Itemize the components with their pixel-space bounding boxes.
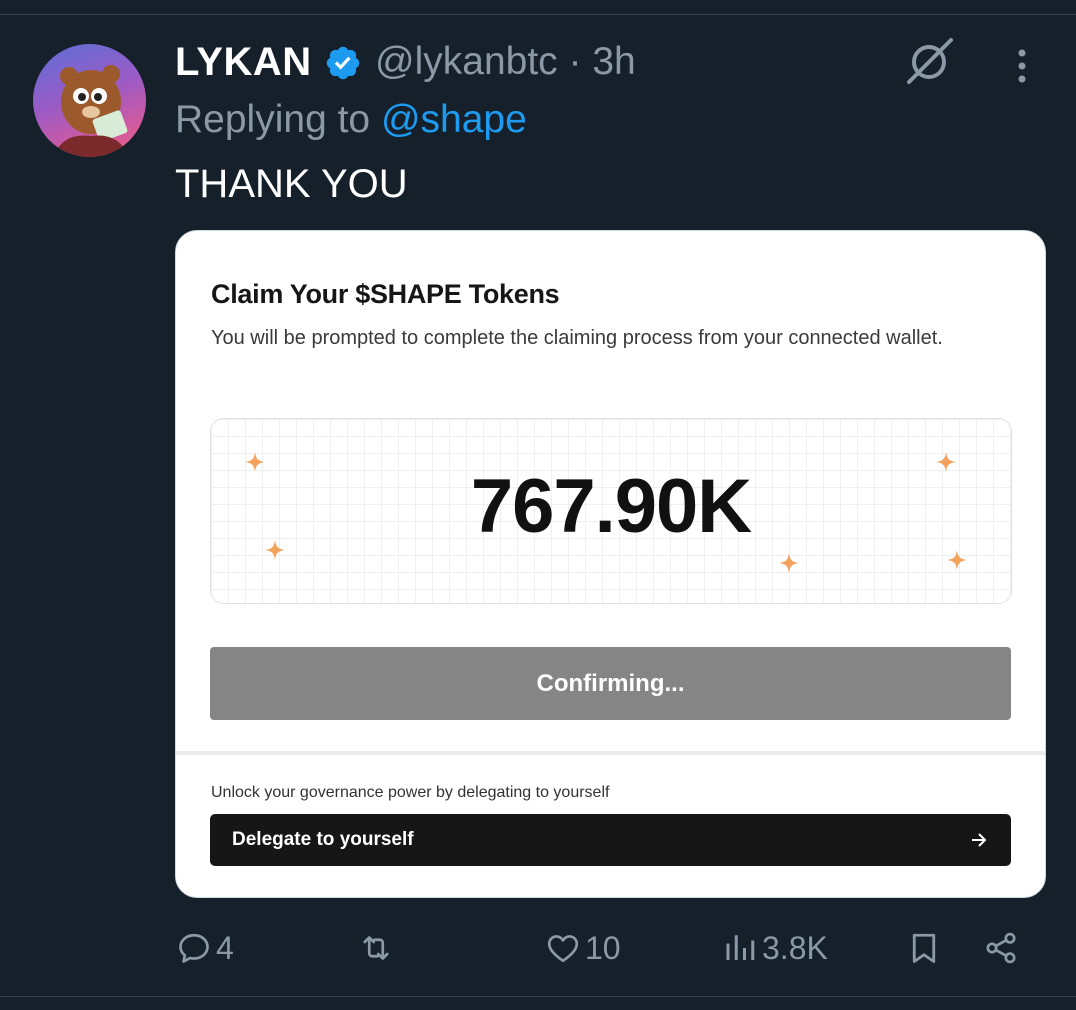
card-title: Claim Your $SHAPE Tokens xyxy=(211,279,560,309)
bottom-divider xyxy=(0,996,1076,997)
handle-and-time[interactable]: @lykanbtc · 3h xyxy=(375,40,636,84)
share-icon xyxy=(986,932,1016,964)
verified-badge-icon xyxy=(326,46,360,80)
reply-button[interactable]: 4 xyxy=(176,925,234,971)
card-divider xyxy=(176,751,1045,755)
token-amount: 767.90K xyxy=(470,464,752,549)
sparkle-icon xyxy=(245,452,265,472)
retweet-button[interactable] xyxy=(358,925,398,971)
card-subtitle: You will be prompted to complete the cla… xyxy=(211,327,943,349)
reply-icon xyxy=(179,933,209,963)
mention-link[interactable]: @shape xyxy=(381,98,527,141)
governance-text: Unlock your governance power by delegati… xyxy=(211,784,610,801)
sparkle-icon xyxy=(779,553,799,573)
delegate-label: Delegate to yourself xyxy=(232,829,414,850)
timestamp[interactable]: · 3h xyxy=(569,40,636,83)
retweet-icon xyxy=(363,936,389,960)
views-count: 3.8K xyxy=(762,929,828,966)
confirming-button: Confirming... xyxy=(210,647,1011,720)
views-icon xyxy=(726,935,755,960)
avatar-image xyxy=(53,65,129,157)
handle[interactable]: @lykanbtc xyxy=(375,40,558,83)
grok-icon[interactable] xyxy=(903,36,955,88)
tweet-image[interactable]: Claim Your $SHAPE Tokens You will be pro… xyxy=(175,230,1046,898)
top-divider xyxy=(0,14,1076,15)
replying-to-label: Replying to xyxy=(175,98,381,141)
sparkle-icon xyxy=(936,452,956,472)
tweet-text: THANK YOU xyxy=(175,162,408,206)
display-name[interactable]: LYKAN xyxy=(175,40,312,85)
bookmark-icon xyxy=(912,933,936,963)
like-count: 10 xyxy=(585,929,621,966)
sparkle-icon xyxy=(265,540,285,560)
avatar[interactable] xyxy=(33,44,146,157)
bookmark-button[interactable] xyxy=(906,925,942,971)
like-button[interactable]: 10 xyxy=(545,925,621,971)
arrow-right-icon xyxy=(972,833,987,847)
views-button[interactable]: 3.8K xyxy=(722,925,828,971)
delegate-button: Delegate to yourself xyxy=(210,814,1011,866)
reply-count: 4 xyxy=(216,929,234,966)
sparkle-icon xyxy=(947,550,967,570)
amount-panel: 767.90K xyxy=(210,418,1012,604)
share-button[interactable] xyxy=(983,925,1019,971)
more-icon[interactable] xyxy=(1008,46,1036,86)
replying-to: Replying to @shape xyxy=(175,98,527,142)
like-icon xyxy=(547,935,579,963)
